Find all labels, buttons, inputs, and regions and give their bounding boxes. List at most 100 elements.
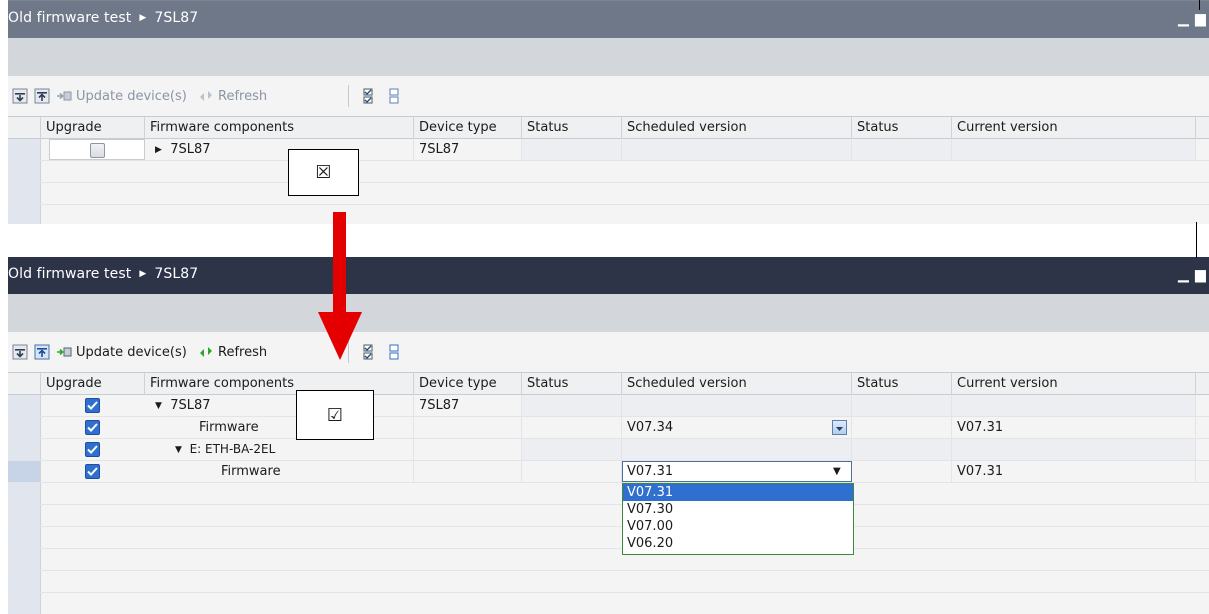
table-row-empty [8, 593, 1209, 614]
update-devices-label: Update device(s) [76, 88, 187, 104]
upgrade-checkbox[interactable] [90, 143, 105, 158]
header-device-type[interactable]: Device type [414, 117, 522, 139]
breadcrumb-separator-icon: ▶ [139, 13, 147, 23]
upgrade-checkbox[interactable] [85, 464, 100, 479]
header-device-type[interactable]: Device type [414, 373, 522, 395]
expand-all-button[interactable] [12, 87, 28, 105]
select-all-icon [363, 344, 373, 360]
version-dropdown-list: V07.31 V07.30 V07.00 V06.20 [622, 483, 854, 555]
upgrade-checkbox[interactable] [85, 420, 100, 435]
table-row[interactable]: ▶ 7SL87 7SL87 [8, 139, 1209, 161]
minimize-icon[interactable]: ▁ [1178, 268, 1189, 282]
dropdown-option[interactable]: V07.30 [623, 501, 853, 518]
restore-icon[interactable]: ▆ [1195, 12, 1206, 26]
row-selector[interactable] [8, 483, 41, 504]
restore-icon[interactable]: ▆ [1195, 268, 1206, 282]
header-selector [8, 117, 41, 139]
status-cell [522, 395, 622, 416]
header-scheduled-version[interactable]: Scheduled version [622, 117, 852, 139]
red-arrow-shaft [333, 212, 346, 315]
dropdown-arrow-icon[interactable] [832, 420, 847, 435]
collapse-all-button[interactable] [34, 343, 50, 361]
header-upgrade[interactable]: Upgrade [41, 117, 145, 139]
row-selector[interactable] [8, 549, 41, 570]
expand-all-icon [12, 88, 28, 104]
header-status[interactable]: Status [522, 117, 622, 139]
table-row[interactable]: ▼ E: ETH-BA-2EL [8, 439, 1209, 461]
breadcrumb-separator-icon: ▶ [139, 269, 147, 279]
dropdown-option[interactable]: V07.31 [623, 484, 853, 501]
refresh-icon [200, 347, 212, 357]
row-selector[interactable] [8, 417, 41, 438]
row-selector[interactable] [8, 527, 41, 548]
row-selector[interactable] [8, 139, 41, 160]
divider-line [1199, 0, 1200, 10]
deselect-all-button[interactable] [386, 343, 402, 361]
dropdown-option[interactable]: V06.20 [623, 535, 853, 552]
component-name: E: ETH-BA-2EL [189, 442, 276, 456]
table-row-empty [8, 183, 1209, 205]
breadcrumb-project[interactable]: Old firmware test [8, 10, 131, 26]
header-status-2[interactable]: Status [852, 117, 952, 139]
header-scheduled-version[interactable]: Scheduled version [622, 373, 852, 395]
red-arrow-head-icon [318, 312, 362, 360]
upgrade-checkbox[interactable] [85, 398, 100, 413]
expand-arrow-icon[interactable]: ▶ [155, 145, 162, 155]
row-selector[interactable] [8, 205, 41, 224]
row-selector[interactable] [8, 571, 41, 592]
select-all-button[interactable] [360, 343, 376, 361]
collapse-arrow-icon[interactable]: ▼ [155, 401, 162, 411]
upgrade-checkbox[interactable] [85, 442, 100, 457]
update-devices-button[interactable]: Update device(s) [56, 343, 187, 361]
row-selector[interactable] [8, 183, 41, 204]
header-band [8, 38, 1209, 76]
toolbar: Update device(s) Refresh [8, 332, 1209, 372]
header-status[interactable]: Status [522, 373, 622, 395]
component-cell: ▶ 7SL87 [145, 139, 414, 160]
table-row[interactable]: Firmware V07.34 V07.31 [8, 417, 1209, 439]
row-selector[interactable] [8, 593, 41, 614]
deselect-all-icon [389, 344, 399, 360]
upgrade-cell[interactable] [49, 139, 145, 160]
row-selector[interactable] [8, 505, 41, 526]
refresh-button[interactable]: Refresh [198, 343, 267, 361]
scheduled-version-value: V07.34 [627, 420, 674, 435]
collapse-all-button[interactable] [34, 87, 50, 105]
row-selector[interactable] [8, 461, 41, 482]
component-name: Firmware [199, 420, 259, 435]
status-cell [522, 461, 622, 482]
checked-symbol-callout: ☑ [296, 390, 374, 440]
row-selector[interactable] [8, 439, 41, 460]
row-selector[interactable] [8, 395, 41, 416]
toolbar: Update device(s) Refresh [8, 76, 1209, 116]
update-devices-button[interactable]: Update device(s) [56, 87, 187, 105]
minimize-icon[interactable]: ▁ [1178, 12, 1189, 26]
refresh-button[interactable]: Refresh [198, 87, 267, 105]
collapse-arrow-icon[interactable]: ▼ [175, 445, 182, 455]
deselect-all-button[interactable] [386, 87, 402, 105]
breadcrumb: Old firmware test ▶ 7SL87 [8, 10, 198, 26]
header-current-version[interactable]: Current version [952, 117, 1196, 139]
header-status-2[interactable]: Status [852, 373, 952, 395]
header-upgrade[interactable]: Upgrade [41, 373, 145, 395]
chevron-down-icon[interactable]: ▼ [833, 462, 841, 481]
table-row[interactable]: Firmware V07.31 ▼ V07.31 [8, 461, 1209, 483]
header-current-version[interactable]: Current version [952, 373, 1196, 395]
select-all-button[interactable] [360, 87, 376, 105]
status-cell [522, 417, 622, 438]
row-selector[interactable] [8, 161, 41, 182]
current-version-cell [952, 439, 1196, 460]
scheduled-version-cell[interactable]: V07.34 [622, 417, 852, 438]
dropdown-option[interactable]: V07.00 [623, 518, 853, 535]
breadcrumb-device[interactable]: 7SL87 [154, 10, 198, 26]
table-row-empty [8, 161, 1209, 183]
header-firmware-components[interactable]: Firmware components [145, 117, 414, 139]
breadcrumb-device[interactable]: 7SL87 [154, 266, 198, 282]
expand-all-button[interactable] [12, 343, 28, 361]
scheduled-version-select[interactable]: V07.31 ▼ [622, 461, 852, 482]
current-version-cell [952, 395, 1196, 416]
breadcrumb-project[interactable]: Old firmware test [8, 266, 131, 282]
collapse-all-icon [34, 88, 50, 104]
device-type-cell: 7SL87 [414, 395, 522, 416]
table-row[interactable]: ▼ 7SL87 7SL87 [8, 395, 1209, 417]
